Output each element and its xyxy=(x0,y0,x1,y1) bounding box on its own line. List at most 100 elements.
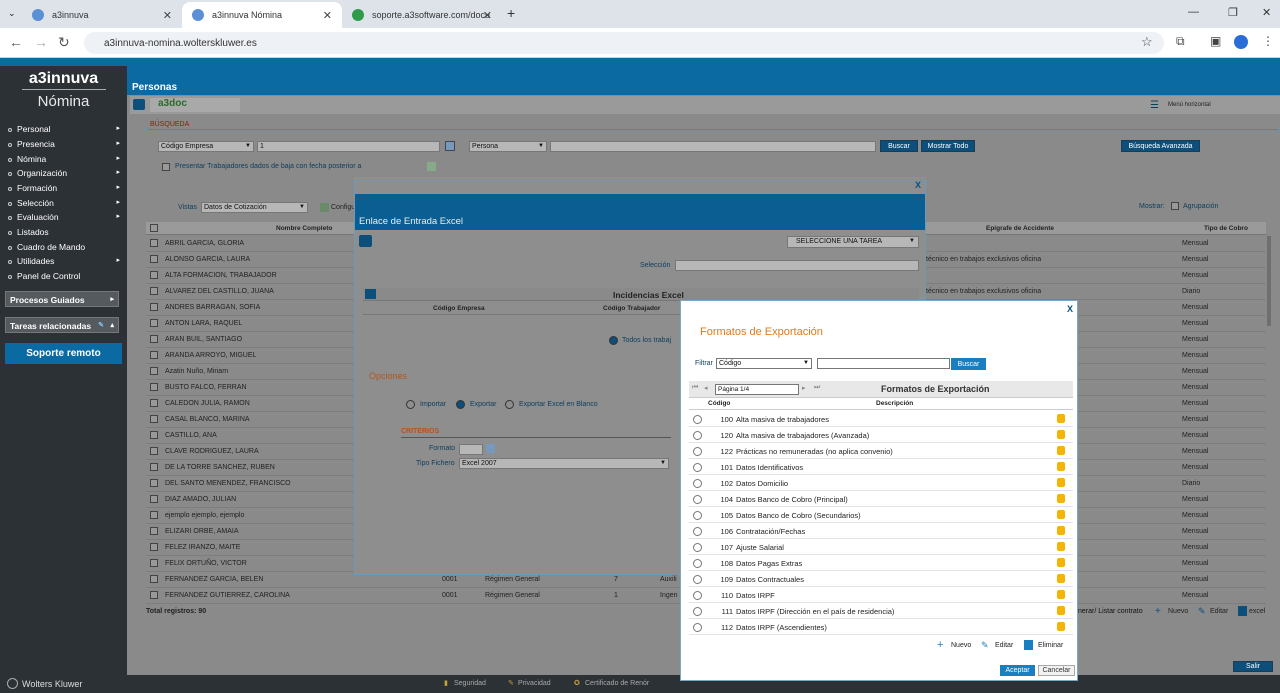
row-checkbox[interactable] xyxy=(150,463,158,471)
row-radio[interactable] xyxy=(693,431,702,440)
search-value2-input[interactable] xyxy=(550,141,876,152)
eliminar-link[interactable]: Eliminar xyxy=(1038,642,1063,649)
importar-radio[interactable] xyxy=(406,400,415,409)
config-icon[interactable] xyxy=(320,203,329,212)
row-checkbox[interactable] xyxy=(150,303,158,311)
editar-link[interactable]: Editar xyxy=(995,642,1013,649)
table-row[interactable]: 100 Alta masiva de trabajadores xyxy=(689,411,1073,427)
busqueda-avanzada-button[interactable]: Búsqueda Avanzada xyxy=(1121,140,1200,152)
sidepanel-icon[interactable]: ▣ xyxy=(1210,34,1221,48)
aceptar-button[interactable]: Aceptar xyxy=(1000,665,1035,676)
col-descripcion[interactable]: Descripción xyxy=(876,400,913,407)
close-dialog-button[interactable]: X xyxy=(915,180,921,190)
vistas-select[interactable]: Datos de Cotización ▼ xyxy=(201,202,308,213)
cancelar-button[interactable]: Cancelar xyxy=(1038,665,1075,676)
tab-a3innuva-nomina[interactable]: a3innuva Nómina ✕ xyxy=(182,2,342,28)
table-row[interactable]: 109 Datos Contractuales xyxy=(689,571,1073,587)
sidebar-item-presencia[interactable]: Presencia ▸ xyxy=(8,139,120,153)
row-radio[interactable] xyxy=(693,543,702,552)
formato-input[interactable] xyxy=(459,444,483,455)
row-checkbox[interactable] xyxy=(150,415,158,423)
menu-horizontal-icon[interactable]: ☰ xyxy=(1150,100,1159,111)
close-window-icon[interactable]: ✕ xyxy=(1262,6,1271,19)
table-row[interactable]: 107 Ajuste Salarial xyxy=(689,539,1073,555)
config-label[interactable]: Configu xyxy=(331,204,355,211)
footer-seguridad-link[interactable]: Seguridad xyxy=(454,680,486,687)
close-tab-icon[interactable]: ✕ xyxy=(483,9,492,22)
nuevo-link[interactable]: Nuevo xyxy=(1168,608,1188,615)
next-page-icon[interactable]: ▸ xyxy=(802,384,806,392)
row-radio[interactable] xyxy=(693,495,702,504)
back-icon[interactable]: ← xyxy=(9,34,23,50)
sidebar-item-formacion[interactable]: Formación ▸ xyxy=(8,183,120,197)
sidebar-item-cuadro-mando[interactable]: Cuadro de Mando xyxy=(8,242,120,256)
footer-certificado-link[interactable]: Certificado de Renór xyxy=(585,680,649,687)
reload-icon[interactable]: ↻ xyxy=(58,34,70,51)
close-dialog-button[interactable]: X xyxy=(1067,304,1073,314)
search-value1-input[interactable]: 1 xyxy=(257,141,440,152)
table-row[interactable]: 104 Datos Banco de Cobro (Principal) xyxy=(689,491,1073,507)
sidebar-item-evaluacion[interactable]: Evaluación ▸ xyxy=(8,212,120,226)
generar-contrato-link[interactable]: nerar/ Listar contrato xyxy=(1078,608,1143,615)
sidebar-item-organizacion[interactable]: Organización ▸ xyxy=(8,168,120,182)
row-radio[interactable] xyxy=(693,607,702,616)
extensions-icon[interactable]: ⧉ xyxy=(1176,34,1185,49)
last-page-icon[interactable]: ⏭ xyxy=(814,384,820,392)
baja-checkbox[interactable] xyxy=(162,163,170,171)
row-radio[interactable] xyxy=(693,511,702,520)
row-radio[interactable] xyxy=(693,559,702,568)
excel-link[interactable]: excel xyxy=(1249,608,1265,615)
task-select[interactable]: SELECCIONE UNA TAREA ▼ xyxy=(787,236,919,248)
new-tab-icon[interactable]: + xyxy=(507,5,515,21)
menu-horizontal-label[interactable]: Menú horizontal xyxy=(1168,102,1211,108)
table-row[interactable]: 106 Contratación/Fechas xyxy=(689,523,1073,539)
row-checkbox[interactable] xyxy=(150,479,158,487)
row-checkbox[interactable] xyxy=(150,367,158,375)
search-field1-select[interactable]: Código Empresa ▼ xyxy=(158,141,254,152)
row-checkbox[interactable] xyxy=(150,447,158,455)
row-radio[interactable] xyxy=(693,415,702,424)
row-checkbox[interactable] xyxy=(150,399,158,407)
row-radio[interactable] xyxy=(693,623,702,632)
profile-avatar[interactable] xyxy=(1234,35,1248,49)
row-checkbox[interactable] xyxy=(150,511,158,519)
sidebar-item-listados[interactable]: Listados xyxy=(8,227,120,241)
filtro-input[interactable] xyxy=(817,358,950,369)
row-checkbox[interactable] xyxy=(150,495,158,503)
row-checkbox[interactable] xyxy=(150,543,158,551)
row-checkbox[interactable] xyxy=(150,351,158,359)
footer-privacidad-link[interactable]: Privacidad xyxy=(518,680,551,687)
row-checkbox[interactable] xyxy=(150,591,158,599)
row-radio[interactable] xyxy=(693,575,702,584)
row-checkbox[interactable] xyxy=(150,287,158,295)
table-row[interactable]: 102 Datos Domicilio xyxy=(689,475,1073,491)
forward-icon[interactable]: → xyxy=(34,34,48,50)
col-codigo-trabajador[interactable]: Código Trabajador xyxy=(603,305,660,312)
row-checkbox[interactable] xyxy=(150,255,158,263)
exportar-blanco-radio[interactable] xyxy=(505,400,514,409)
agrupacion-checkbox[interactable] xyxy=(1171,202,1179,210)
row-checkbox[interactable] xyxy=(150,383,158,391)
row-checkbox[interactable] xyxy=(150,335,158,343)
row-radio[interactable] xyxy=(693,463,702,472)
table-row[interactable]: 112 Datos IRPF (Ascendientes) xyxy=(689,619,1073,635)
close-tab-icon[interactable]: ✕ xyxy=(163,9,172,22)
table-row[interactable]: 105 Datos Banco de Cobro (Secundarios) xyxy=(689,507,1073,523)
row-radio[interactable] xyxy=(693,479,702,488)
nuevo-link[interactable]: Nuevo xyxy=(951,642,971,649)
todos-radio[interactable] xyxy=(609,336,618,345)
url-field[interactable]: a3innuva-nomina.wolterskluwer.es xyxy=(84,32,1164,54)
editar-link[interactable]: Editar xyxy=(1210,608,1228,615)
row-checkbox[interactable] xyxy=(150,271,158,279)
table-row[interactable]: 120 Alta masiva de trabajadores (Avanzada… xyxy=(689,427,1073,443)
row-checkbox[interactable] xyxy=(150,527,158,535)
tab-soporte[interactable]: soporte.a3software.com/docu ✕ xyxy=(342,2,502,28)
browser-menu-icon[interactable]: ⋮ xyxy=(1262,34,1274,48)
col-epigrafe[interactable]: Epígrafe de Accidente xyxy=(986,225,1054,232)
search-field2-select[interactable]: Persona ▼ xyxy=(469,141,547,152)
row-radio[interactable] xyxy=(693,591,702,600)
col-tipo-cobro[interactable]: Tipo de Cobro xyxy=(1204,225,1248,232)
search-icon[interactable] xyxy=(486,444,495,453)
table-row[interactable]: 110 Datos IRPF xyxy=(689,587,1073,603)
table-row[interactable]: 122 Prácticas no remuneradas (no aplica c… xyxy=(689,443,1073,459)
